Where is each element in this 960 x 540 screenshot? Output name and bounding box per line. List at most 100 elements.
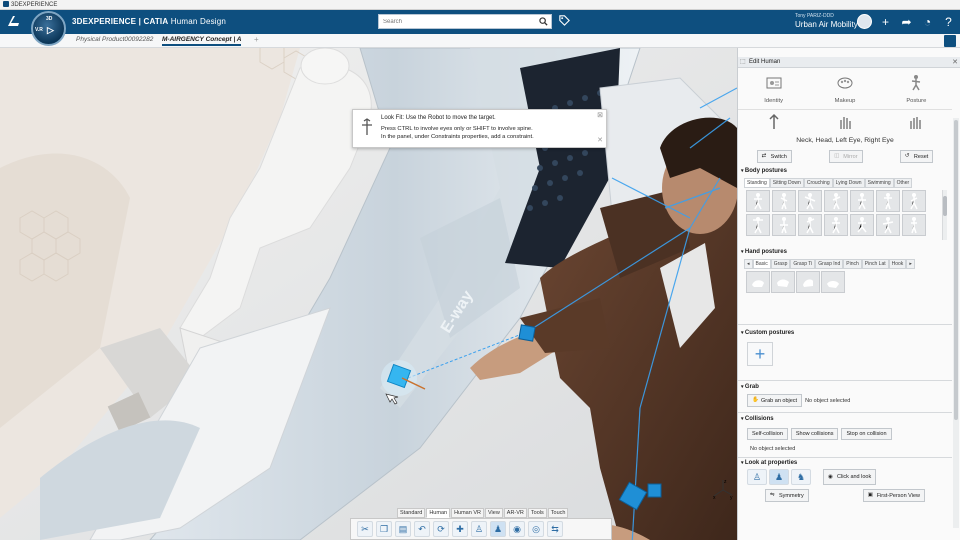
search-input[interactable] <box>379 15 529 28</box>
play-icon[interactable]: ▷ <box>47 25 54 36</box>
tab-swimming[interactable]: Swimming <box>864 178 894 188</box>
tab-touch[interactable]: Touch <box>547 508 569 518</box>
click-and-look-button[interactable]: ◉ Click and look <box>823 469 877 485</box>
up-arrow-icon[interactable] <box>766 113 782 131</box>
panel-scrollbar[interactable] <box>953 118 959 528</box>
hand-posture-thumb[interactable] <box>771 271 795 293</box>
tab-basic[interactable]: Basic <box>752 259 771 269</box>
view-icon[interactable]: ◎ <box>528 521 544 537</box>
collisions-heading[interactable]: Collisions <box>741 416 774 422</box>
ds-logo-icon[interactable] <box>6 14 22 31</box>
mirror-button[interactable]: ◫ Mirror <box>829 150 863 163</box>
undo-icon[interactable]: ↶ <box>414 521 430 537</box>
posture-thumb[interactable] <box>746 214 770 236</box>
search-box[interactable] <box>378 14 552 29</box>
human-select-icon[interactable]: ♟ <box>490 521 506 537</box>
panel-close-icon[interactable]: ✕ <box>952 57 958 68</box>
symmetry-button[interactable]: ⇋ Symmetry <box>764 489 809 502</box>
user-context[interactable]: Tony PARIZ-DDD Urban Air Mobility ▾ <box>795 13 863 29</box>
tab-ar-vr[interactable]: AR-VR <box>503 508 527 518</box>
posture-thumb[interactable] <box>746 190 770 212</box>
share-icon[interactable]: ➦ <box>899 14 914 29</box>
tab-grasp[interactable]: Grasp <box>770 259 791 269</box>
hand-posture-thumb[interactable] <box>796 271 820 293</box>
grab-heading[interactable]: Grab <box>741 384 759 390</box>
posture-thumb[interactable] <box>902 214 926 236</box>
makeup-button[interactable]: Makeup <box>821 74 869 104</box>
avatar[interactable] <box>857 14 872 29</box>
self-collision-button[interactable]: Self-collision <box>747 428 788 440</box>
gaze-icon[interactable]: ◉ <box>509 521 525 537</box>
stop-on-collision-button[interactable]: Stop on collision <box>841 428 892 440</box>
posture-thumb[interactable] <box>850 214 874 236</box>
tab-view[interactable]: View <box>484 508 503 518</box>
left-hand-icon[interactable] <box>837 113 853 131</box>
posture-thumb[interactable] <box>824 190 848 212</box>
fullscreen-icon[interactable] <box>944 35 956 47</box>
tab-hook[interactable]: Hook <box>888 259 907 269</box>
tab-pinch[interactable]: Pinch <box>843 259 862 269</box>
look-at-mode-1-icon[interactable]: ♙ <box>747 469 767 485</box>
grab-object-button[interactable]: ✋ Grab an object <box>747 394 803 407</box>
posture-thumb[interactable] <box>902 190 926 212</box>
add-tab-icon[interactable]: + <box>254 35 259 44</box>
switch-button[interactable]: ⇄ Switch <box>756 150 792 163</box>
paste-icon[interactable]: ▤ <box>395 521 411 537</box>
3d-viewport[interactable]: E-way Look Fit: Use the Robot to move th… <box>0 48 737 540</box>
posture-thumb[interactable] <box>876 214 900 236</box>
posture-thumb[interactable] <box>824 214 848 236</box>
tab-other[interactable]: Other <box>893 178 913 188</box>
posture-thumb[interactable] <box>798 190 822 212</box>
scroll-right-icon[interactable]: ▸ <box>906 259 915 269</box>
add-custom-posture-button[interactable]: + <box>747 342 773 366</box>
posture-thumb[interactable] <box>850 190 874 212</box>
update-icon[interactable]: ⟳ <box>433 521 449 537</box>
compass-widget[interactable]: 3D V.R ▷ <box>31 11 66 46</box>
reset-button[interactable]: ↺ Reset <box>899 150 934 163</box>
copy-icon[interactable]: ❐ <box>376 521 392 537</box>
show-collisions-button[interactable]: Show collisions <box>790 428 839 440</box>
tab-grasp-ind[interactable]: Grasp Ind <box>815 259 844 269</box>
hand-posture-thumb[interactable] <box>746 271 770 293</box>
compass-icon[interactable]: ✚ <box>452 521 468 537</box>
tab-standard[interactable]: Standard <box>397 508 426 518</box>
scroll-left-icon[interactable]: ◂ <box>744 259 753 269</box>
tab-human-vr[interactable]: Human VR <box>451 508 484 518</box>
tab-physical-product[interactable]: Physical Product00092282 <box>76 36 153 43</box>
tag-icon[interactable] <box>558 14 571 27</box>
hand-postures-heading[interactable]: Hand postures <box>741 249 787 255</box>
close-icon[interactable]: ✕ <box>597 137 603 145</box>
pose-icon[interactable]: ♙ <box>471 521 487 537</box>
add-icon[interactable]: + <box>878 14 893 29</box>
cut-icon[interactable]: ✂ <box>357 521 373 537</box>
right-hand-icon[interactable] <box>908 113 924 131</box>
posture-thumb[interactable] <box>798 214 822 236</box>
search-icon[interactable] <box>539 17 548 26</box>
look-at-heading[interactable]: Look at properties <box>741 460 797 466</box>
section-icon[interactable]: ⇆ <box>547 521 563 537</box>
hand-posture-thumb[interactable] <box>821 271 845 293</box>
pin-icon[interactable]: ⬚ <box>740 57 746 68</box>
tab-m-airgency[interactable]: M-AIRGENCY Concept | A <box>162 36 242 46</box>
posture-thumb[interactable] <box>772 214 796 236</box>
tab-human[interactable]: Human <box>426 508 451 518</box>
identity-button[interactable]: Identity <box>750 74 798 104</box>
communication-icon[interactable]: ◔ <box>920 14 935 29</box>
tab-crouching[interactable]: Crouching <box>803 178 833 188</box>
first-person-view-button[interactable]: ▣ First-Person View <box>862 489 926 502</box>
tab-tools[interactable]: Tools <box>527 508 547 518</box>
look-at-mode-2-icon[interactable]: ♟ <box>769 469 789 485</box>
posture-thumb[interactable] <box>772 190 796 212</box>
tab-grasp-ti[interactable]: Grasp Ti <box>790 259 816 269</box>
help-icon[interactable]: ? <box>941 14 956 29</box>
tab-pinch-lat[interactable]: Pinch Lat <box>861 259 889 269</box>
look-at-mode-3-icon[interactable]: ♞ <box>791 469 811 485</box>
posture-button[interactable]: Posture <box>892 74 940 104</box>
tab-standing[interactable]: Standing <box>744 178 770 188</box>
posture-thumb[interactable] <box>876 190 900 212</box>
body-postures-heading[interactable]: Body postures <box>741 168 787 174</box>
hint-settings-icon[interactable]: ⊠ <box>597 112 603 120</box>
tab-sitting-down[interactable]: Sitting Down <box>769 178 804 188</box>
posture-scrollbar[interactable] <box>942 190 947 240</box>
tab-lying-down[interactable]: Lying Down <box>832 178 865 188</box>
